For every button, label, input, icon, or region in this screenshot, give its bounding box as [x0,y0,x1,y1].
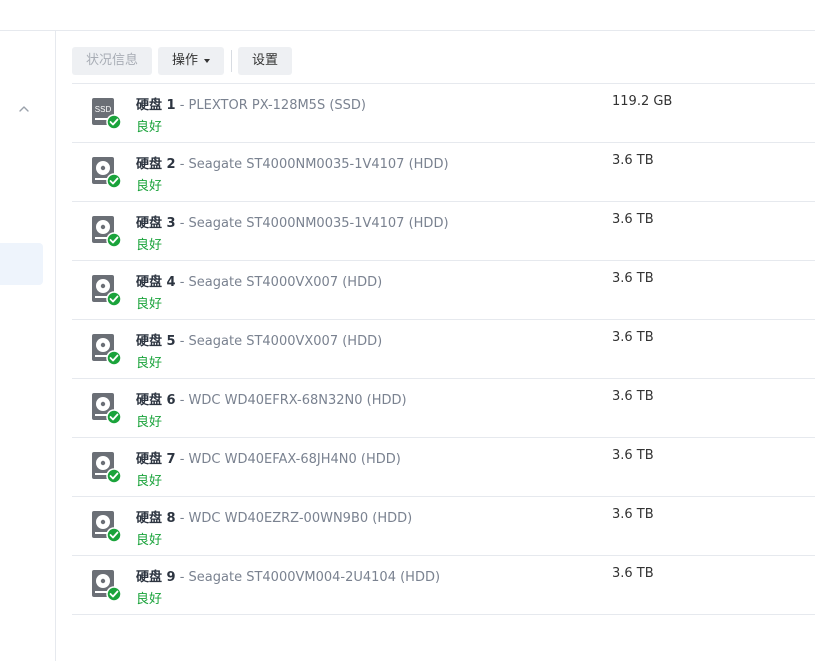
disk-size: 3.6 TB [612,507,654,522]
disk-model-separator: - [179,511,189,526]
check-circle-icon [106,291,122,307]
status-info-button[interactable]: 状况信息 [72,47,153,75]
hdd-drive-icon [92,157,122,189]
check-circle-icon [106,114,122,130]
disk-row[interactable]: 硬盘 3 - Seagate ST4000NM0035-1V4107 (HDD)… [72,202,815,261]
disk-model-separator: - [179,216,189,231]
disk-status: 良好 [136,592,163,607]
disk-name: 硬盘 5 [136,334,176,349]
disk-status: 良好 [136,179,163,194]
hdd-drive-icon [92,570,122,602]
disk-name: 硬盘 7 [136,452,176,467]
check-circle-icon [106,468,122,484]
disk-size: 119.2 GB [612,94,673,109]
disk-model: Seagate ST4000VX007 (HDD) [188,275,383,290]
hdd-drive-icon [92,216,122,248]
disk-name: 硬盘 3 [136,216,176,231]
hdd-drive-icon [92,334,122,366]
sidebar [0,31,56,661]
disk-model-separator: - [179,393,189,408]
disk-row[interactable]: 硬盘 6 - WDC WD40EFRX-68N32N0 (HDD) 良好 3.6… [72,379,815,438]
settings-button[interactable]: 设置 [238,47,293,75]
disk-model-separator: - [179,98,189,113]
disk-model-separator: - [179,570,189,585]
disk-size: 3.6 TB [612,389,654,404]
disk-name: 硬盘 4 [136,275,176,290]
disk-title: 硬盘 5 - Seagate ST4000VX007 (HDD) [136,330,382,349]
toolbar-divider [231,50,233,72]
disk-size: 3.6 TB [612,212,654,227]
caret-down-icon [204,59,211,63]
disk-title: 硬盘 8 - WDC WD40EZRZ-00WN9B0 (HDD) [136,507,412,526]
disk-row[interactable]: 硬盘 8 - WDC WD40EZRZ-00WN9B0 (HDD) 良好 3.6… [72,497,815,556]
disk-name: 硬盘 8 [136,511,176,526]
disk-size: 3.6 TB [612,330,654,345]
disk-name: 硬盘 9 [136,570,176,585]
svg-text:SSD: SSD [95,105,112,114]
disk-model: WDC WD40EZRZ-00WN9B0 (HDD) [188,511,413,526]
disk-model: Seagate ST4000NM0035-1V4107 (HDD) [188,157,449,172]
disk-model: PLEXTOR PX-128M5S (SSD) [188,98,366,113]
disk-model: WDC WD40EFAX-68JH4N0 (HDD) [188,452,401,467]
action-menu-label: 操作 [172,53,199,68]
check-circle-icon [106,173,122,189]
disk-size: 3.6 TB [612,153,654,168]
disk-name: 硬盘 6 [136,393,176,408]
hdd-drive-icon [92,511,122,543]
disk-row[interactable]: 硬盘 4 - Seagate ST4000VX007 (HDD) 良好 3.6 … [72,261,815,320]
check-circle-icon [106,586,122,602]
disk-model: Seagate ST4000NM0035-1V4107 (HDD) [188,216,449,231]
disk-title: 硬盘 6 - WDC WD40EFRX-68N32N0 (HDD) [136,389,407,408]
check-circle-icon [106,527,122,543]
disk-title: 硬盘 3 - Seagate ST4000NM0035-1V4107 (HDD) [136,212,449,231]
toolbar: 状况信息 操作 设置 [72,47,298,75]
hdd-drive-icon [92,393,122,425]
disk-title: 硬盘 1 - PLEXTOR PX-128M5S (SSD) [136,94,366,113]
disk-status: 良好 [136,297,163,312]
hdd-drive-icon [92,452,122,484]
check-circle-icon [106,350,122,366]
disk-title: 硬盘 2 - Seagate ST4000NM0035-1V4107 (HDD) [136,153,449,172]
sidebar-item-selected[interactable] [0,243,43,285]
disk-model-separator: - [179,157,189,172]
disk-title: 硬盘 7 - WDC WD40EFAX-68JH4N0 (HDD) [136,448,401,467]
top-bar [0,0,815,31]
disk-title: 硬盘 9 - Seagate ST4000VM004-2U4104 (HDD) [136,566,440,585]
disk-model-separator: - [179,275,189,290]
action-menu-button[interactable]: 操作 [158,47,225,75]
disk-row[interactable]: 硬盘 2 - Seagate ST4000NM0035-1V4107 (HDD)… [72,143,815,202]
disk-size: 3.6 TB [612,448,654,463]
disk-list: SSD 硬盘 1 - PLEXTOR PX-128M5S (SSD) 良好 11… [72,83,815,615]
disk-model: Seagate ST4000VM004-2U4104 (HDD) [188,570,441,585]
disk-model-separator: - [179,334,189,349]
disk-status: 良好 [136,533,163,548]
disk-size: 3.6 TB [612,271,654,286]
disk-name: 硬盘 2 [136,157,176,172]
disk-name: 硬盘 1 [136,98,176,113]
disk-model: WDC WD40EFRX-68N32N0 (HDD) [188,393,407,408]
disk-row[interactable]: SSD 硬盘 1 - PLEXTOR PX-128M5S (SSD) 良好 11… [72,84,815,143]
disk-model: Seagate ST4000VX007 (HDD) [188,334,383,349]
check-circle-icon [106,409,122,425]
disk-status: 良好 [136,474,163,489]
disk-status: 良好 [136,238,163,253]
hdd-drive-icon [92,275,122,307]
check-circle-icon [106,232,122,248]
disk-status: 良好 [136,120,163,135]
disk-model-separator: - [179,452,189,467]
disk-status: 良好 [136,356,163,371]
chevron-up-icon[interactable] [16,101,32,117]
disk-status: 良好 [136,415,163,430]
disk-row[interactable]: 硬盘 7 - WDC WD40EFAX-68JH4N0 (HDD) 良好 3.6… [72,438,815,497]
disk-row[interactable]: 硬盘 9 - Seagate ST4000VM004-2U4104 (HDD) … [72,556,815,615]
disk-size: 3.6 TB [612,566,654,581]
disk-row[interactable]: 硬盘 5 - Seagate ST4000VX007 (HDD) 良好 3.6 … [72,320,815,379]
disk-title: 硬盘 4 - Seagate ST4000VX007 (HDD) [136,271,382,290]
ssd-drive-icon: SSD [92,98,122,130]
